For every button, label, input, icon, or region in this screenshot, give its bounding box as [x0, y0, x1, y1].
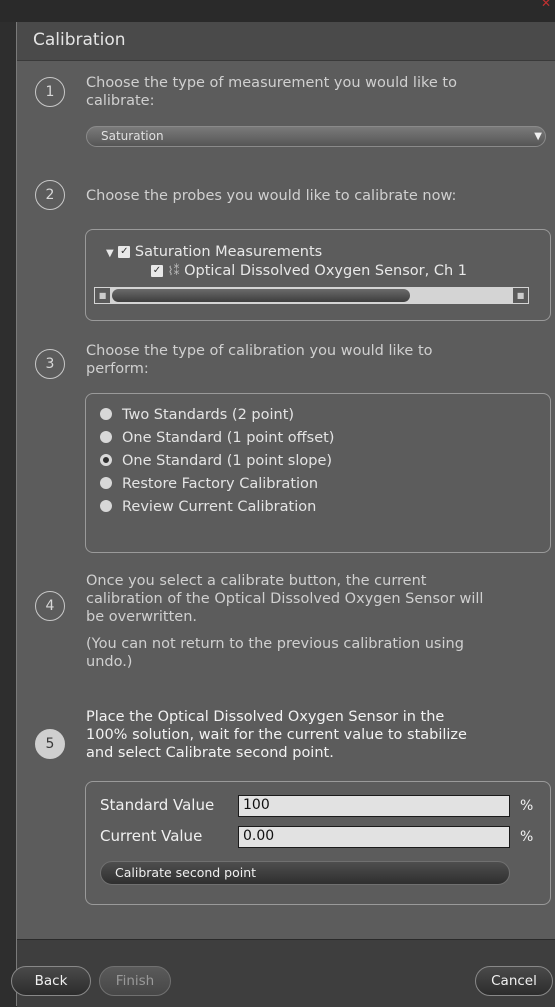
radio-button-selected[interactable] — [100, 454, 112, 466]
radio-button[interactable] — [100, 500, 112, 512]
step-5-line-2: 100% solution, wait for the current valu… — [86, 727, 467, 743]
page-title: Calibration — [33, 30, 126, 50]
radio-review-current[interactable]: Review Current Calibration — [100, 499, 316, 515]
step-2-instructions: Choose the probes you would like to cali… — [86, 188, 457, 204]
chevron-down-icon: ▼ — [534, 131, 542, 142]
step-3-instructions: Choose the type of calibration you would… — [86, 342, 546, 378]
step-5-instructions: Place the Optical Dissolved Oxygen Senso… — [86, 708, 546, 762]
probe-checkbox[interactable]: ✓ — [151, 265, 163, 277]
measurement-type-value: Saturation — [101, 129, 164, 143]
tree-group-label: Saturation Measurements — [134, 244, 323, 260]
radio-label: One Standard (1 point slope) — [122, 453, 333, 469]
tree-item-label: Optical Dissolved Oxygen Sensor, Ch 1 — [184, 263, 467, 279]
finish-button[interactable]: Finish — [99, 966, 171, 996]
close-icon[interactable]: ✕ — [541, 0, 551, 10]
probe-tree-box: ▼ ✓ Saturation Measurements ✓ ⌇⁑ Optical… — [85, 229, 551, 321]
radio-label: Two Standards (2 point) — [122, 407, 295, 423]
standard-value-label: Standard Value — [100, 796, 215, 814]
tree-item-row[interactable]: ✓ ⌇⁑ Optical Dissolved Oxygen Sensor, Ch… — [151, 263, 467, 279]
calibration-type-box: Two Standards (2 point) One Standard (1 … — [85, 393, 551, 553]
step-4-line-2: calibration of the Optical Dissolved Oxy… — [86, 591, 484, 607]
step-4-line-4: (You can not return to the previous cali… — [86, 636, 464, 652]
scrollbar-thumb[interactable] — [112, 289, 410, 302]
step-1-line-1: Choose the type of measurement you would… — [86, 75, 457, 91]
group-checkbox[interactable]: ✓ — [118, 246, 131, 258]
current-value-field: 0.00 — [238, 826, 510, 848]
step-1-instructions: Choose the type of measurement you would… — [86, 74, 546, 110]
step-3-line-1: Choose the type of calibration you would… — [86, 343, 433, 359]
step-2-number: 2 — [35, 180, 65, 210]
step-3-line-2: perform: — [86, 361, 149, 377]
current-value-label: Current Value — [100, 827, 203, 845]
triangle-down-icon[interactable]: ▼ — [106, 248, 114, 259]
step-5-line-1: Place the Optical Dissolved Oxygen Senso… — [86, 709, 445, 725]
step-5-line-3: and select Calibrate second point. — [86, 745, 334, 761]
measurement-type-dropdown[interactable]: Saturation ▼ — [86, 126, 546, 147]
sensor-icon: ⌇⁑ — [167, 264, 180, 278]
title-bar: Calibration — [17, 22, 555, 61]
step-4-instructions: Once you select a calibrate button, the … — [86, 572, 546, 671]
tree-group-row[interactable]: ▼ ✓ Saturation Measurements — [106, 244, 322, 260]
radio-one-standard-slope[interactable]: One Standard (1 point slope) — [100, 453, 332, 469]
step-3-number: 3 — [35, 349, 65, 379]
radio-label: Review Current Calibration — [122, 499, 317, 515]
standard-value-input[interactable]: 100 — [238, 795, 510, 817]
scroll-right-button[interactable]: ■ — [513, 288, 528, 303]
scroll-left-button[interactable]: ■ — [95, 288, 110, 303]
step-5-number: 5 — [35, 729, 65, 759]
standard-value-unit: % — [520, 798, 534, 814]
radio-label: Restore Factory Calibration — [122, 476, 319, 492]
current-value-unit: % — [520, 829, 534, 845]
calibration-values-box: Standard Value 100 % Current Value 0.00 … — [85, 781, 551, 905]
calibrate-second-point-button[interactable]: Calibrate second point — [100, 861, 510, 885]
radio-button[interactable] — [100, 408, 112, 420]
step-1-number: 1 — [35, 77, 65, 107]
step-4-line-3: be overwritten. — [86, 609, 198, 625]
radio-button[interactable] — [100, 477, 112, 489]
step-4-line-1: Once you select a calibrate button, the … — [86, 573, 427, 589]
calibration-panel: Calibration 1 Choose the type of measure… — [11, 22, 555, 1007]
footer-bar: Back Finish Cancel — [11, 939, 555, 1007]
step-1-line-2: calibrate: — [86, 93, 155, 109]
radio-one-standard-offset[interactable]: One Standard (1 point offset) — [100, 430, 334, 446]
cancel-button[interactable]: Cancel — [475, 966, 553, 996]
radio-label: One Standard (1 point offset) — [122, 430, 335, 446]
back-button[interactable]: Back — [11, 966, 91, 996]
radio-restore-factory[interactable]: Restore Factory Calibration — [100, 476, 318, 492]
step-4-number: 4 — [35, 591, 65, 621]
radio-button[interactable] — [100, 431, 112, 443]
radio-two-standards[interactable]: Two Standards (2 point) — [100, 407, 294, 423]
step-4-line-5: undo.) — [86, 654, 133, 670]
window-top-strip: ✕ — [0, 0, 555, 22]
horizontal-scrollbar[interactable]: ■ ■ — [94, 287, 529, 304]
